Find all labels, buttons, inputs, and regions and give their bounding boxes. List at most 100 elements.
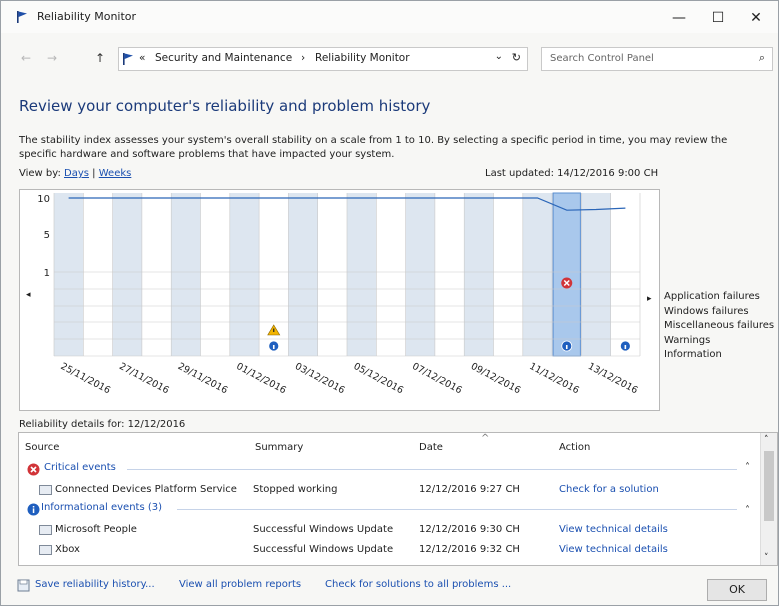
legend-miscellaneous-failures: Miscellaneous failures xyxy=(664,320,775,331)
collapse-critical-button[interactable]: ˄ xyxy=(745,462,750,473)
view-by-separator: | xyxy=(92,168,96,179)
reliability-chart[interactable]: 10 5 1 25/11/2016 27/11/2016 29/11/2016 01/12/… xyxy=(19,189,660,411)
scroll-up-icon[interactable]: ˄ xyxy=(764,435,769,445)
chart-scroll-left-button[interactable]: ◂ xyxy=(26,290,31,300)
maximize-button[interactable]: ☐ xyxy=(703,7,733,29)
view-by-weeks-link[interactable]: Weeks xyxy=(99,168,132,179)
row-source: Xbox xyxy=(55,544,80,555)
view-by: View by: Days | Weeks xyxy=(19,168,131,179)
ok-button[interactable]: OK xyxy=(707,579,767,601)
application-icon xyxy=(39,485,52,495)
row-source: Microsoft People xyxy=(55,524,137,535)
y-tick-label: 10 xyxy=(37,194,50,205)
window-title: Reliability Monitor xyxy=(37,10,137,23)
x-axis-date-label: 05/12/2016 xyxy=(352,361,406,396)
warning-event-icon-mark xyxy=(273,328,275,332)
row-summary: Successful Windows Update xyxy=(253,524,394,535)
breadcrumb-overflow[interactable]: « xyxy=(139,52,145,64)
column-header-source[interactable]: Source xyxy=(25,442,59,453)
last-updated: Last updated: 14/12/2016 9:00 CH xyxy=(485,168,659,179)
view-all-problem-reports-link[interactable]: View all problem reports xyxy=(179,579,301,590)
chart-scroll-right-button[interactable]: ▸ xyxy=(647,294,652,304)
breadcrumb-security-and-maintenance[interactable]: Security and Maintenance xyxy=(155,52,292,64)
close-button[interactable]: ✕ xyxy=(741,7,771,29)
row-date: 12/12/2016 9:27 CH xyxy=(419,484,520,495)
breadcrumb-reliability-monitor[interactable]: Reliability Monitor xyxy=(315,52,410,64)
collapse-informational-button[interactable]: ˄ xyxy=(745,505,750,516)
day-column-shade xyxy=(171,193,201,356)
column-header-date[interactable]: Date xyxy=(419,442,443,453)
page-title: Review your computer's reliability and p… xyxy=(19,97,431,115)
x-axis-date-label: 09/12/2016 xyxy=(469,361,523,396)
day-column-shade xyxy=(405,193,435,356)
critical-events-label: Critical events xyxy=(44,462,116,473)
up-button[interactable]: ↑ xyxy=(95,51,105,65)
save-icon xyxy=(17,579,30,592)
day-column-shade xyxy=(464,193,494,356)
reliability-details-label: Reliability details for: 12/12/2016 xyxy=(19,419,186,430)
table-row[interactable]: Xbox Successful Windows Update 12/12/201… xyxy=(19,540,763,560)
y-tick-label: 5 xyxy=(44,230,50,241)
x-axis-date-label: 03/12/2016 xyxy=(293,361,347,396)
details-scrollbar[interactable]: ˄ ˅ xyxy=(760,433,777,565)
day-column-shade xyxy=(347,193,377,356)
view-by-label: View by: xyxy=(19,168,61,179)
breadcrumb-separator: › xyxy=(301,52,306,64)
flag-icon xyxy=(123,53,133,65)
save-reliability-history-link[interactable]: Save reliability history... xyxy=(35,579,155,590)
group-critical-events[interactable]: Critical events ˄ xyxy=(19,460,763,480)
row-summary: Stopped working xyxy=(253,484,338,495)
day-column-shade xyxy=(288,193,318,356)
forward-button[interactable]: → xyxy=(47,51,57,65)
address-box[interactable]: « Security and Maintenance › Reliability… xyxy=(118,47,528,71)
view-technical-details-link[interactable]: View technical details xyxy=(559,524,668,535)
check-for-solutions-link[interactable]: Check for solutions to all problems ... xyxy=(325,579,511,590)
chart-row-legend: Application failures Windows failures Mi… xyxy=(664,290,774,363)
search-input[interactable]: Search Control Panel ⌕ xyxy=(541,47,773,71)
x-axis-date-label: 27/11/2016 xyxy=(117,361,171,396)
x-axis-date-label: 01/12/2016 xyxy=(234,361,288,396)
search-icon[interactable]: ⌕ xyxy=(759,51,765,65)
information-event-icon-bar xyxy=(624,345,627,349)
group-divider xyxy=(177,509,737,510)
search-placeholder: Search Control Panel xyxy=(550,53,654,64)
view-by-days-link[interactable]: Days xyxy=(64,168,89,179)
reliability-details-table: Source Summary Date ^ Action Critical ev… xyxy=(18,432,778,566)
x-axis-date-label: 25/11/2016 xyxy=(59,361,113,396)
column-header-action[interactable]: Action xyxy=(559,442,590,453)
table-row[interactable]: Connected Devices Platform Service Stopp… xyxy=(19,480,763,500)
x-axis-date-label: 13/12/2016 xyxy=(586,361,640,396)
day-column-shade xyxy=(112,193,142,356)
information-icon xyxy=(27,503,40,516)
row-source: Connected Devices Platform Service xyxy=(55,484,237,495)
reliability-chart-svg[interactable]: 10 5 1 25/11/2016 27/11/2016 29/11/2016 01/12/… xyxy=(20,190,659,410)
application-icon xyxy=(39,545,52,555)
x-axis-date-label: 07/12/2016 xyxy=(410,361,464,396)
refresh-icon[interactable]: ↻ xyxy=(512,51,521,64)
check-for-solution-link[interactable]: Check for a solution xyxy=(559,484,659,495)
chevron-down-icon[interactable]: ⌄ xyxy=(495,51,503,62)
legend-information: Information xyxy=(664,349,722,360)
minimize-button[interactable]: — xyxy=(664,7,694,29)
page-description: The stability index assesses your system… xyxy=(19,135,728,160)
back-button[interactable]: ← xyxy=(21,51,31,65)
day-column-shade xyxy=(54,193,84,356)
scrollbar-thumb[interactable] xyxy=(764,451,774,521)
table-row[interactable]: Microsoft People Successful Windows Upda… xyxy=(19,520,763,540)
sort-ascending-icon: ^ xyxy=(481,433,490,444)
view-technical-details-link[interactable]: View technical details xyxy=(559,544,668,555)
group-informational-events[interactable]: Informational events (3) ˄ xyxy=(19,500,763,520)
y-tick-label: 1 xyxy=(44,268,50,279)
x-axis-date-label: 11/12/2016 xyxy=(527,361,581,396)
informational-events-label: Informational events (3) xyxy=(41,502,163,513)
column-header-summary[interactable]: Summary xyxy=(255,442,303,453)
legend-windows-failures: Windows failures xyxy=(664,305,749,317)
legend-application-failures: Application failures xyxy=(664,291,760,302)
day-column-shade xyxy=(581,193,611,356)
row-date: 12/12/2016 9:32 CH xyxy=(419,544,520,555)
legend-warnings: Warnings xyxy=(664,334,711,346)
scroll-down-icon[interactable]: ˅ xyxy=(764,553,769,563)
day-column-shade xyxy=(229,193,260,356)
row-date: 12/12/2016 9:30 CH xyxy=(419,524,520,535)
group-divider xyxy=(127,469,737,470)
